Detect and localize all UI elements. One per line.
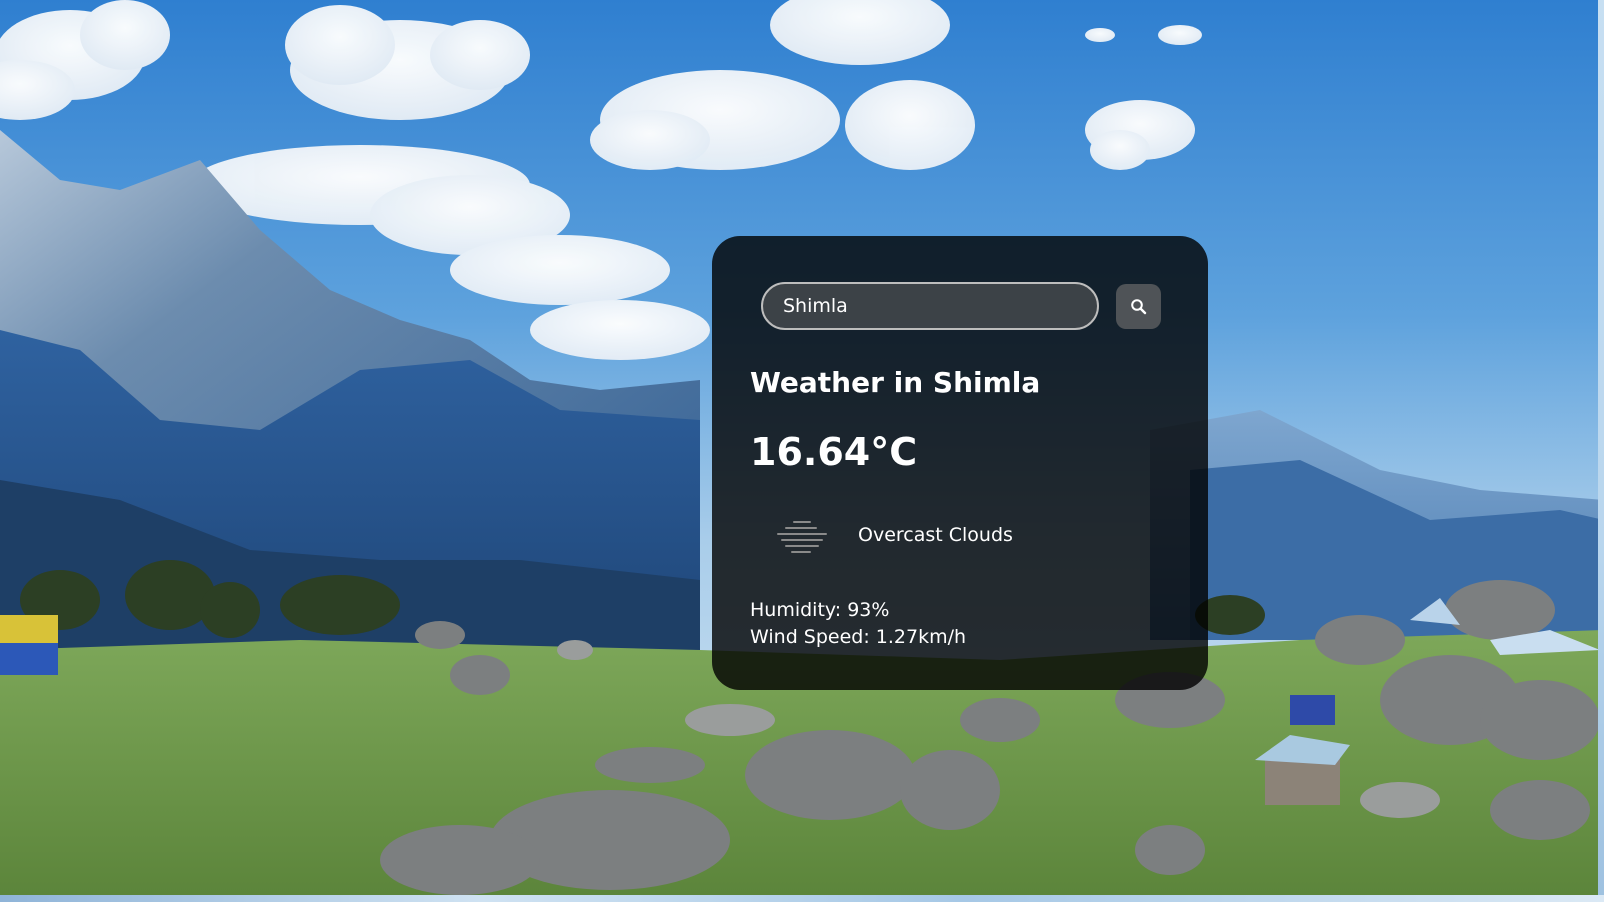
search-button[interactable] (1116, 284, 1161, 329)
temperature: 16.64°C (750, 430, 918, 474)
overcast-clouds-icon (777, 521, 827, 553)
background-edge (1598, 0, 1604, 902)
weather-app-page: Weather in Shimla 16.64°C Overcast Cloud… (0, 0, 1604, 902)
search-icon (1130, 298, 1146, 314)
condition-row: Overcast Clouds (750, 506, 1170, 566)
wind-speed: Wind Speed: 1.27km/h (750, 626, 967, 648)
city-title: Weather in Shimla (750, 366, 1041, 399)
search-input[interactable] (761, 282, 1099, 330)
background-edge (0, 895, 1604, 902)
weather-card: Weather in Shimla 16.64°C Overcast Cloud… (712, 236, 1208, 690)
search-bar (761, 282, 1161, 330)
humidity: Humidity: 93% (750, 599, 890, 621)
weather-description: Overcast Clouds (858, 524, 1013, 546)
